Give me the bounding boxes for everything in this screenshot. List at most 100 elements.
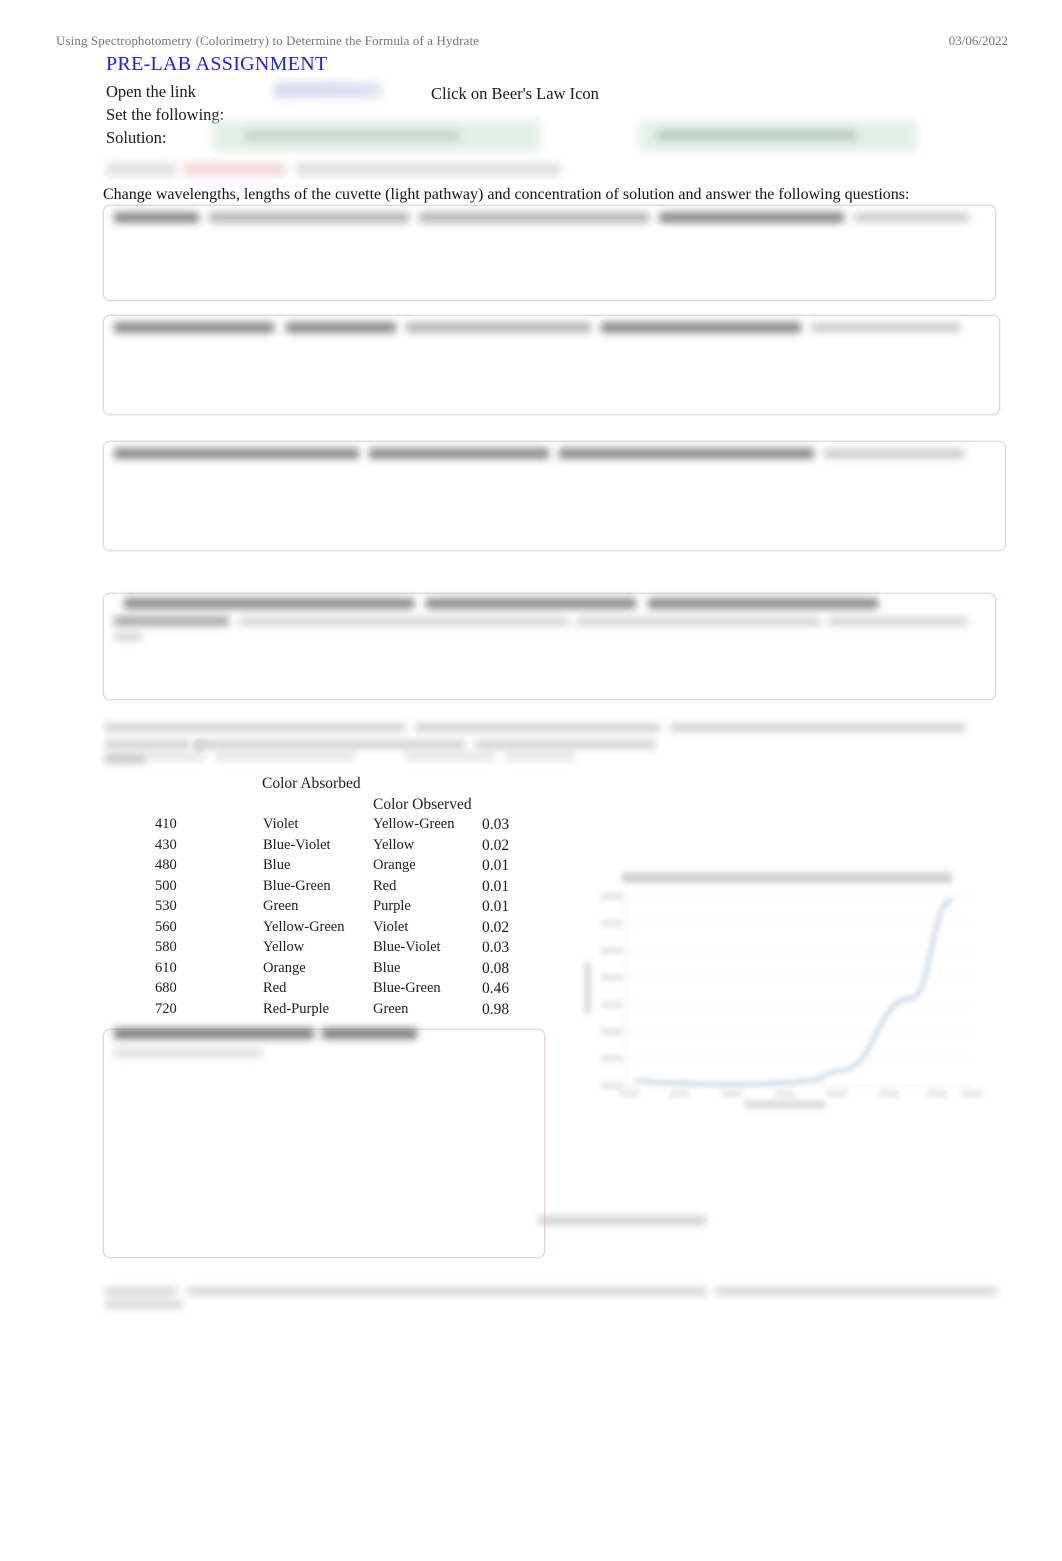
table-row: 560 Yellow-Green Violet 0.02 [105, 919, 585, 940]
table-cell-color-absorbed: Blue [263, 857, 291, 873]
chart-y-tick [601, 1082, 623, 1089]
table-cell-wavelength: 410 [155, 816, 177, 832]
chart-x-tick [827, 1090, 847, 1097]
simulation-link[interactable] [274, 82, 382, 98]
solution-setting-text-2 [657, 130, 857, 141]
table-cell-color-absorbed: Blue-Violet [263, 836, 331, 853]
question-subtext-4b [114, 632, 987, 645]
chart-title [622, 872, 952, 883]
solution-note-line [106, 163, 561, 176]
table-cell-color-absorbed: Orange [263, 959, 306, 976]
table-cell-wavelength: 430 [155, 836, 177, 853]
table-cell-color-observed: Yellow [373, 836, 415, 853]
chart-y-tick [601, 920, 623, 927]
side-caption [538, 1216, 708, 1230]
table-cell-color-observed: Purple [373, 898, 411, 914]
table-cell-color-observed: Violet [373, 918, 409, 935]
chart-y-tick [601, 893, 623, 900]
chart-plot-area [601, 893, 982, 1097]
chart-y-axis-label [584, 962, 591, 1014]
selected-wavelength-note [114, 1048, 536, 1061]
solution-setting-highlight-2 [639, 120, 917, 152]
solution-setting-text-1 [245, 130, 460, 141]
chart-x-tick [619, 1090, 639, 1097]
table-cell-color-observed: Blue-Green [373, 980, 441, 996]
chart-x-axis-label [744, 1100, 826, 1109]
chart-x-tick [927, 1090, 947, 1097]
table-cell-wavelength: 580 [155, 939, 177, 955]
table-row: 410 Violet Yellow-Green 0.03 [105, 816, 585, 837]
table-cell-absorbance: 0.46 [482, 980, 510, 997]
table-cell-absorbance: 0.03 [482, 939, 510, 956]
table-row: 680 Red Blue-Green 0.46 [105, 980, 585, 1001]
chart-y-tick [601, 1001, 623, 1008]
chart-series-line [635, 898, 954, 1086]
table-cell-wavelength: 530 [155, 898, 177, 914]
table-cell-absorbance: 0.02 [482, 918, 510, 936]
set-following-label: Set the following: [106, 105, 225, 124]
chart-y-tick [601, 974, 623, 981]
chart-x-tick [722, 1090, 742, 1097]
table-cell-color-absorbed: Red [263, 980, 287, 996]
table-cell-color-absorbed: Yellow-Green [263, 918, 345, 935]
footer-paragraph [105, 1287, 998, 1313]
absorbance-vs-wavelength-chart [566, 852, 998, 1142]
chart-x-tick [962, 1090, 982, 1097]
document-header-title: Using Spectrophotometry (Colorimetry) to… [56, 33, 480, 48]
table-row: 580 Yellow Blue-Violet 0.03 [105, 939, 585, 960]
document-page: Using Spectrophotometry (Colorimetry) to… [50, 0, 1010, 1340]
table-cell-color-absorbed: Green [263, 898, 299, 914]
table-cell-absorbance: 0.01 [482, 898, 510, 915]
document-header-date: 03/06/2022 [948, 33, 1008, 48]
chart-y-tick [601, 947, 623, 954]
table-cell-wavelength: 500 [155, 877, 177, 894]
table-cell-color-observed: Red [373, 877, 397, 894]
beers-law-icon-label: Click on Beer's Law Icon [431, 84, 599, 103]
table-cell-wavelength: 680 [155, 980, 177, 996]
table-cell-wavelength: 480 [155, 857, 177, 873]
table-cell-wavelength: 560 [155, 918, 177, 935]
table-cell-color-observed: Blue [373, 959, 401, 976]
chart-y-tick [601, 1055, 623, 1062]
answer-box-1[interactable] [103, 205, 996, 301]
solution-label: Solution: [106, 128, 167, 147]
answer-box-3[interactable] [103, 441, 1006, 551]
answer-box-2[interactable] [103, 315, 1000, 415]
table-cell-wavelength: 720 [155, 1000, 177, 1017]
question-text-4 [114, 598, 987, 614]
open-link-label: Open the link [106, 82, 196, 101]
table-header-color-observed: Color Observed [373, 796, 472, 813]
table-cell-color-observed: Blue-Violet [373, 939, 441, 955]
chart-y-tick [601, 1028, 623, 1035]
table-cell-absorbance: 0.03 [482, 816, 510, 833]
question-text-1 [114, 212, 987, 228]
instruction-text: Change wavelengths, lengths of the cuvet… [103, 186, 910, 203]
inline-thumbnail-icon [192, 738, 206, 752]
table-cell-color-observed: Yellow-Green [373, 816, 455, 832]
page-title: PRE-LAB ASSIGNMENT [106, 53, 328, 75]
question-text-3 [114, 448, 997, 464]
table-header-color-absorbed: Color Absorbed [262, 775, 361, 792]
answer-box-5[interactable] [103, 1028, 545, 1258]
chart-x-tick [669, 1090, 689, 1097]
table-cell-absorbance: 0.08 [482, 959, 510, 977]
table-row: 610 Orange Blue 0.08 [105, 960, 585, 981]
table-cell-absorbance: 0.01 [482, 877, 510, 895]
solution-setting-highlight-1 [213, 120, 540, 152]
question-text-2 [114, 322, 991, 338]
table-cell-absorbance: 0.02 [482, 836, 510, 854]
table-cell-absorbance: 0.01 [482, 857, 510, 874]
table-row: 500 Blue-Green Red 0.01 [105, 878, 585, 899]
answer-box-4[interactable] [103, 593, 996, 700]
table-cell-color-absorbed: Blue-Green [263, 877, 331, 894]
chart-x-tick [775, 1090, 795, 1097]
table-row: 720 Red-Purple Green 0.98 [105, 1001, 585, 1022]
table-row: 480 Blue Orange 0.01 [105, 857, 585, 878]
question-subtext-4 [114, 616, 987, 629]
table-cell-absorbance: 0.98 [482, 1000, 510, 1018]
table-row: 430 Blue-Violet Yellow 0.02 [105, 837, 585, 858]
table-cell-color-absorbed: Violet [263, 816, 299, 832]
selected-wavelength-label [114, 1028, 536, 1044]
table-cell-wavelength: 610 [155, 959, 177, 976]
table-row: 530 Green Purple 0.01 [105, 898, 585, 919]
